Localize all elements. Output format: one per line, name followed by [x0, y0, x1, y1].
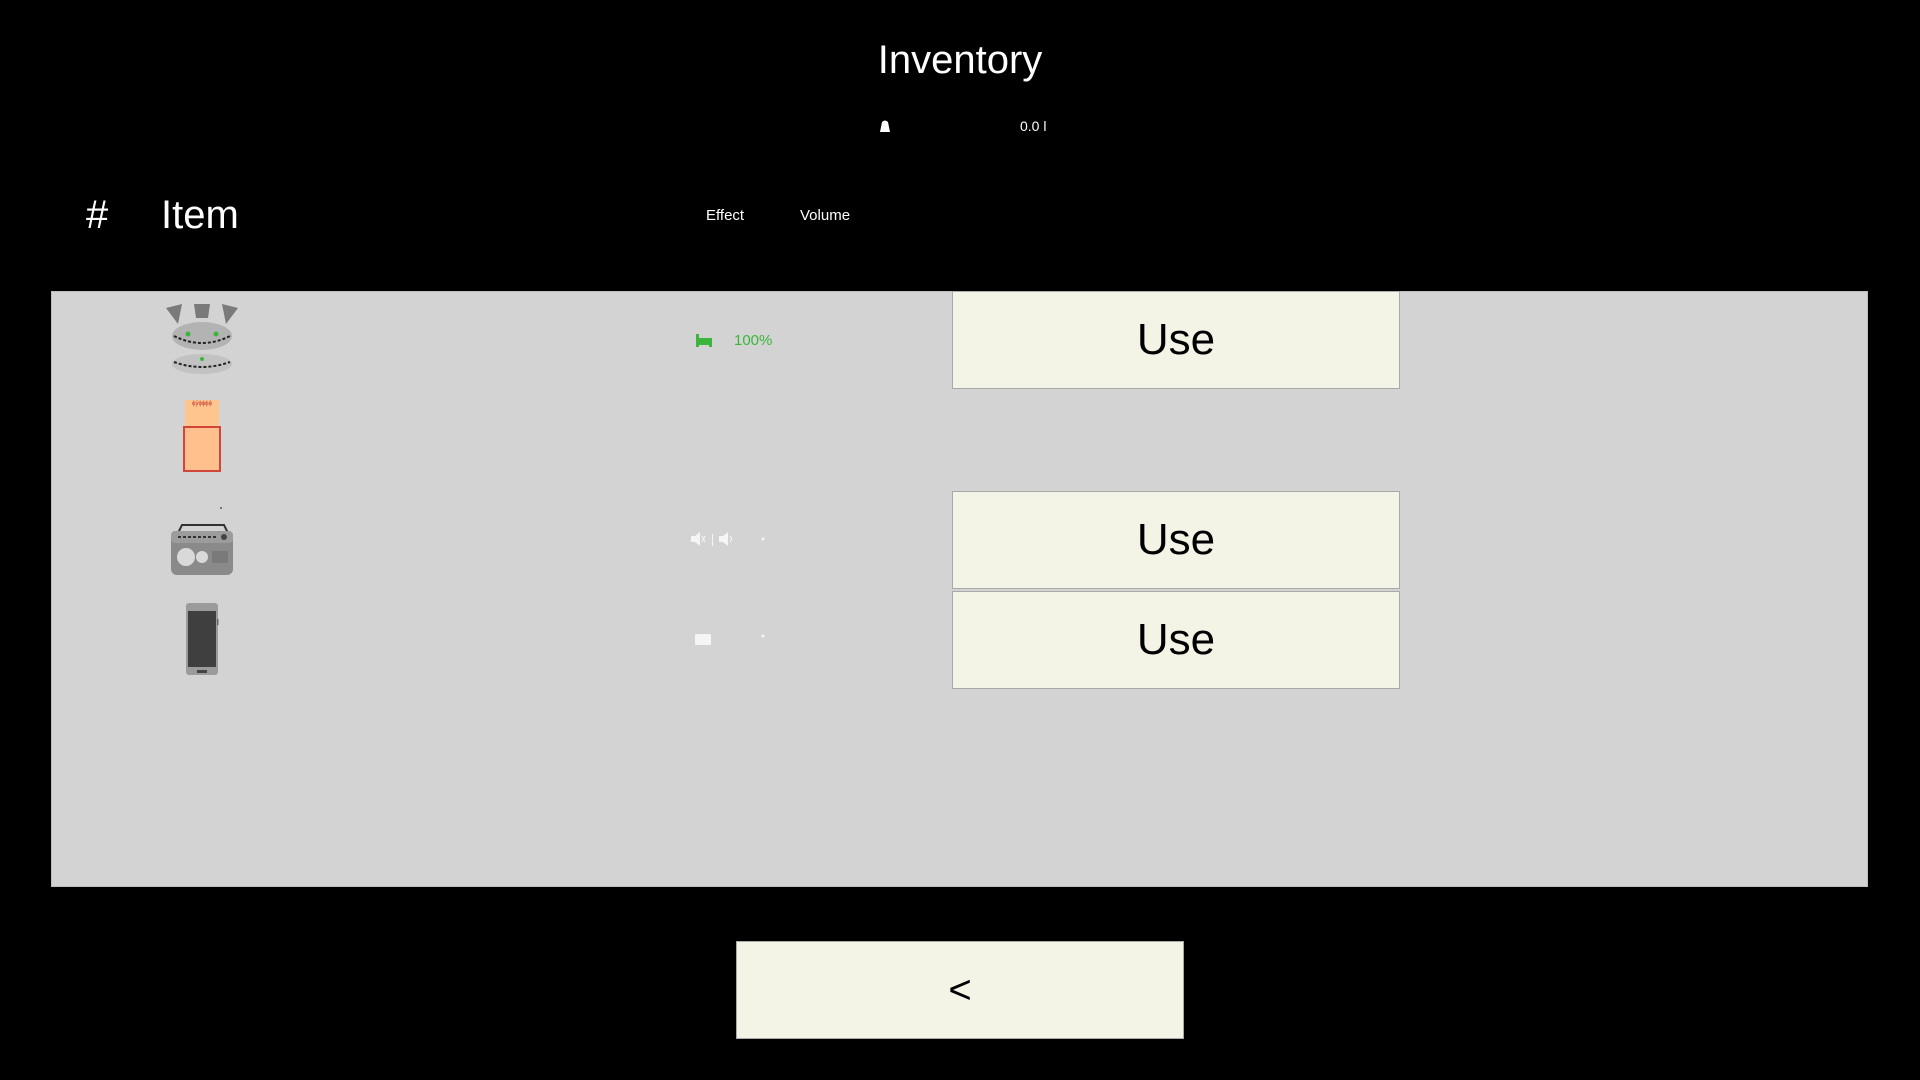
radio-icon	[171, 507, 233, 575]
effect-value: 100%	[734, 332, 773, 349]
use-button[interactable]: Use	[952, 591, 1400, 689]
effect-cell	[690, 629, 830, 651]
inventory-screen: Inventory 0.0 l # Item Effect Volume 100…	[0, 0, 1920, 1080]
medicine-box-icon: ϕÿϕϕϕϕ	[183, 400, 221, 480]
column-header-volume: Volume	[800, 207, 851, 224]
capacity-value: 0.0 l	[1020, 118, 1047, 134]
page-title: Inventory	[877, 38, 1043, 82]
use-button[interactable]: Use	[952, 491, 1400, 589]
bed-icon	[696, 334, 712, 347]
phone-icon	[186, 603, 219, 675]
back-button[interactable]: <	[736, 941, 1184, 1039]
column-header-effect: Effect	[706, 207, 745, 224]
effect-cell: 100%	[690, 330, 830, 352]
inventory-list[interactable]: 100% ϕÿϕϕϕϕ Use Use Use	[51, 291, 1868, 887]
medicine-box-label: ϕÿϕϕϕϕ	[192, 401, 212, 407]
helmet-icon	[166, 304, 238, 374]
message-icon	[695, 634, 765, 645]
speaker-icon	[691, 532, 765, 546]
inventory-row: ϕÿϕϕϕϕ	[52, 392, 1867, 490]
use-button[interactable]: Use	[952, 291, 1400, 389]
capacity-indicator: 0.0 l	[878, 116, 1048, 138]
column-header-number: #	[86, 193, 109, 237]
column-header-item: Item	[161, 193, 239, 237]
effect-cell	[690, 529, 830, 551]
weight-icon	[880, 120, 890, 132]
